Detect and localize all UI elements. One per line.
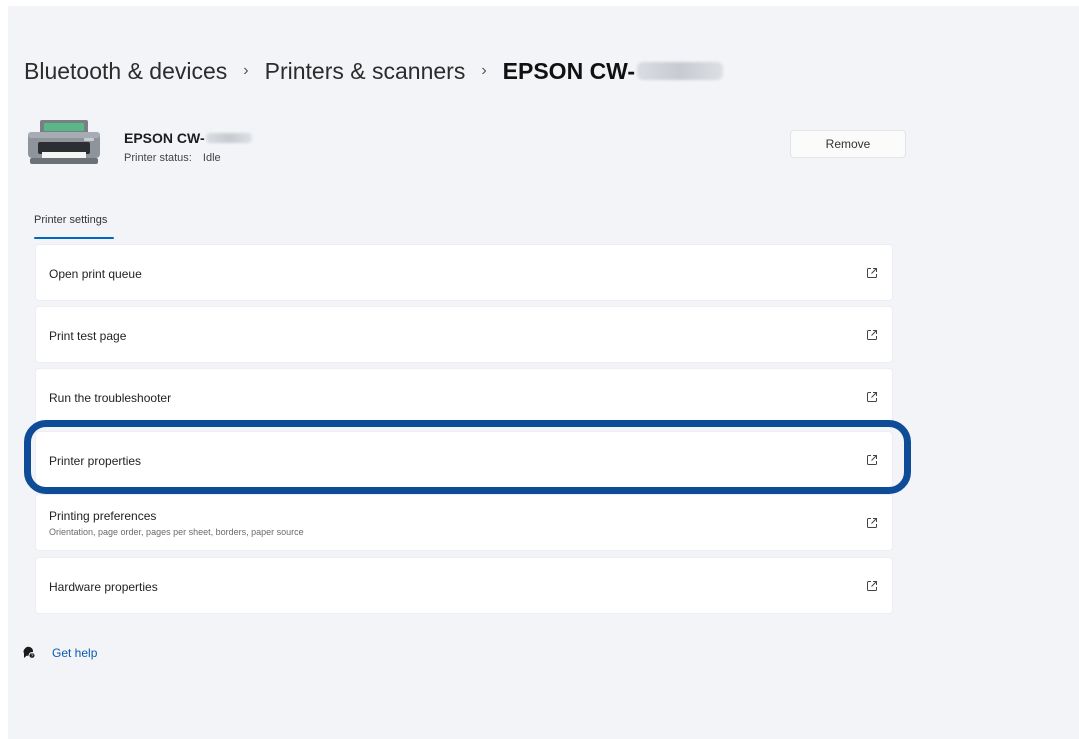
setting-label: Printing preferences: [49, 509, 157, 523]
setting-label: Open print queue: [49, 267, 142, 281]
redacted-model-blur: [205, 133, 252, 143]
printer-icon: [28, 120, 100, 164]
device-name: EPSON CW-: [124, 130, 252, 146]
breadcrumb-separator: ›: [243, 62, 249, 79]
open-external-icon: [867, 455, 877, 465]
setting-print-test-page[interactable]: Print test page: [35, 306, 893, 363]
setting-label: Hardware properties: [49, 580, 158, 594]
breadcrumb-current-page: EPSON CW-: [502, 57, 636, 84]
breadcrumb-printers-scanners[interactable]: Printers & scanners: [265, 58, 466, 85]
remove-button[interactable]: Remove: [790, 130, 906, 158]
status-value: Idle: [202, 152, 221, 164]
breadcrumb: Bluetooth & devices › Printers & scanner…: [24, 56, 724, 86]
open-external-icon: [867, 268, 877, 278]
get-help-label: Get help: [52, 646, 98, 660]
setting-description: Orientation, page order, pages per sheet…: [49, 527, 304, 537]
open-external-icon: [867, 392, 877, 402]
device-header: EPSON CW- Printer status: Idle: [26, 118, 906, 174]
setting-run-troubleshooter[interactable]: Run the troubleshooter: [35, 368, 893, 425]
get-help-link[interactable]: ? Get help: [22, 646, 97, 660]
device-name-text: EPSON CW-: [124, 130, 205, 146]
setting-printing-preferences[interactable]: Printing preferences Orientation, page o…: [35, 494, 893, 551]
open-external-icon: [867, 330, 877, 340]
breadcrumb-bluetooth-devices[interactable]: Bluetooth & devices: [24, 58, 227, 85]
redacted-model-blur: [637, 62, 724, 80]
setting-printer-properties[interactable]: Printer properties: [35, 431, 893, 488]
open-external-icon: [867, 581, 877, 591]
setting-open-print-queue[interactable]: Open print queue: [35, 244, 893, 301]
setting-hardware-properties[interactable]: Hardware properties: [35, 557, 893, 614]
help-chat-icon: ?: [23, 646, 36, 659]
setting-label: Print test page: [49, 329, 127, 343]
device-status: Printer status: Idle: [124, 152, 221, 164]
tab-active-indicator: [34, 237, 114, 239]
status-label: Printer status:: [124, 152, 192, 164]
tab-printer-settings[interactable]: Printer settings: [34, 214, 107, 226]
svg-text:?: ?: [31, 653, 34, 659]
breadcrumb-separator: ›: [481, 62, 487, 79]
setting-label: Printer properties: [49, 454, 142, 468]
setting-label: Run the troubleshooter: [49, 391, 172, 405]
open-external-icon: [867, 518, 877, 528]
